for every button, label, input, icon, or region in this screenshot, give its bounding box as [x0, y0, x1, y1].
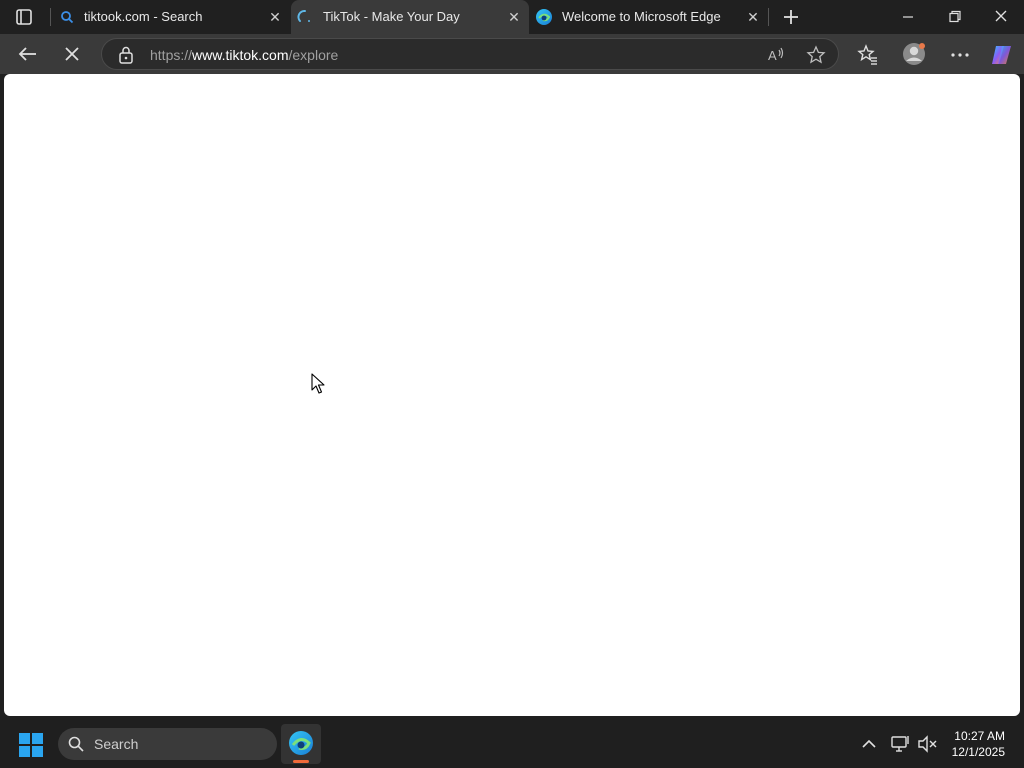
tab-actions-icon	[12, 6, 36, 28]
tab-actions-button[interactable]	[12, 6, 36, 28]
tab-tiktook-search[interactable]: tiktook.com - Search ✕	[52, 0, 290, 34]
navigation-toolbar: https://www.tiktok.com/explore A	[0, 34, 1024, 74]
title-bar: tiktook.com - Search ✕ TikTok - Make You…	[0, 0, 1024, 34]
tab-close-button[interactable]: ✕	[745, 9, 761, 25]
windows-logo-icon	[18, 732, 44, 758]
tab-title: TikTok - Make Your Day	[323, 9, 460, 24]
taskbar-time[interactable]: 10:27 AM	[935, 729, 1005, 743]
favorites-icon	[856, 43, 880, 67]
copilot-button[interactable]	[989, 42, 1015, 68]
favorites-button[interactable]	[856, 43, 880, 67]
lock-icon[interactable]	[118, 46, 134, 64]
copilot-icon	[989, 42, 1015, 68]
avatar	[901, 41, 927, 67]
minimize-icon	[896, 7, 920, 27]
url-text[interactable]: https://www.tiktok.com/explore	[150, 47, 338, 63]
network-button[interactable]	[890, 734, 912, 754]
arrow-left-icon	[16, 42, 40, 66]
close-window-button[interactable]	[989, 7, 1013, 27]
restore-button[interactable]	[943, 7, 967, 27]
tab-separator	[50, 8, 51, 26]
plus-icon	[779, 6, 803, 28]
taskbar: Search 10:27 AM 12/1/2025	[0, 720, 1024, 768]
edge-logo-icon	[288, 730, 314, 756]
taskbar-date[interactable]: 12/1/2025	[935, 745, 1005, 759]
url-path: /explore	[288, 47, 339, 63]
more-icon	[948, 43, 972, 67]
running-indicator	[293, 760, 309, 763]
tab-title: tiktook.com - Search	[84, 9, 203, 24]
taskbar-search-label: Search	[94, 736, 139, 752]
tab-close-button[interactable]: ✕	[506, 9, 522, 25]
url-host: www.tiktok.com	[192, 47, 289, 63]
tab-title: Welcome to Microsoft Edge	[562, 9, 721, 24]
stop-loading-button[interactable]	[60, 42, 84, 66]
back-button[interactable]	[16, 42, 40, 66]
tab-close-button[interactable]: ✕	[267, 9, 283, 25]
new-tab-button[interactable]	[779, 6, 803, 28]
mouse-cursor	[311, 373, 327, 395]
taskbar-search-box[interactable]: Search	[58, 728, 277, 760]
settings-more-button[interactable]	[948, 43, 972, 67]
tab-separator	[768, 8, 769, 26]
svg-text:A: A	[768, 48, 777, 63]
show-hidden-icons-button[interactable]	[859, 734, 879, 754]
search-icon	[60, 10, 74, 24]
profile-button[interactable]	[901, 41, 927, 67]
search-icon	[68, 736, 84, 752]
start-button[interactable]	[18, 732, 44, 758]
star-icon[interactable]	[806, 45, 826, 65]
url-scheme: https://	[150, 47, 193, 63]
page-content-area[interactable]	[4, 74, 1020, 716]
network-icon	[890, 734, 912, 754]
loading-spinner-icon	[297, 9, 313, 25]
edge-logo-icon	[535, 8, 553, 26]
chevron-up-icon	[859, 734, 879, 754]
read-aloud-icon[interactable]: A	[766, 45, 786, 65]
close-icon	[60, 42, 84, 66]
address-bar[interactable]: https://www.tiktok.com/explore A	[101, 38, 839, 70]
close-icon	[989, 7, 1013, 27]
minimize-button[interactable]	[896, 7, 920, 27]
tab-tiktok-make-your-day[interactable]: TikTok - Make Your Day ✕	[291, 0, 529, 34]
tab-welcome-edge[interactable]: Welcome to Microsoft Edge ✕	[530, 0, 768, 34]
restore-icon	[943, 7, 967, 27]
taskbar-edge-button[interactable]	[281, 724, 321, 764]
